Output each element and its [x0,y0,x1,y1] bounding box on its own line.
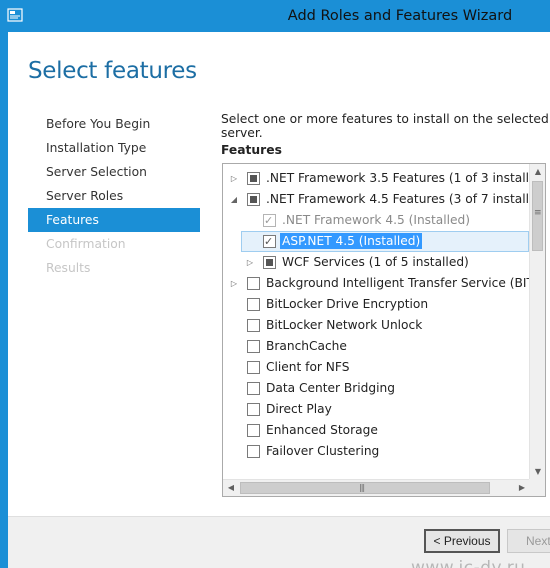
instruction-text: Select one or more features to install o… [221,112,549,140]
nav-item-results: Results [46,261,91,275]
feature-row[interactable]: ◢ .NET Framework 4.5 Features (3 of 7 ins… [223,189,545,210]
feature-checkbox[interactable] [247,445,260,458]
feature-label: Enhanced Storage [266,423,378,437]
window-title: Add Roles and Features Wizard [287,8,513,24]
feature-row[interactable]: ASP.NET 4.5 (Installed) [223,231,530,252]
feature-row[interactable]: .NET Framework 4.5 (Installed) [223,210,530,231]
feature-checkbox[interactable] [247,340,260,353]
title-bar[interactable]: Add Roles and Features Wizard [0,0,550,32]
nav-item-server-roles[interactable]: Server Roles [28,184,200,208]
feature-label: .NET Framework 4.5 Features (3 of 7 inst… [266,192,546,206]
scroll-down-icon[interactable]: ▼ [530,464,545,480]
feature-row[interactable]: ▷ WCF Services (1 of 5 installed) [223,252,530,273]
feature-checkbox[interactable] [247,382,260,395]
feature-checkbox[interactable] [263,256,276,269]
feature-checkbox[interactable] [247,193,260,206]
feature-row[interactable]: Enhanced Storage [223,420,530,441]
feature-checkbox [263,210,276,231]
feature-label: BitLocker Network Unlock [266,318,423,332]
feature-row[interactable]: Data Center Bridging [223,378,530,399]
previous-button[interactable]: < Previous [424,529,500,553]
expand-arrow-icon[interactable]: ▷ [229,273,239,294]
feature-row[interactable]: Failover Clustering [223,441,530,462]
feature-label: .NET Framework 4.5 (Installed) [282,213,471,227]
feature-row[interactable]: BranchCache [223,336,530,357]
nav-item-server-selection[interactable]: Server Selection [28,160,200,184]
feature-label: Background Intelligent Transfer Service … [266,276,546,290]
scroll-left-icon[interactable]: ◀ [223,480,239,496]
scrollbar-corner [529,479,545,496]
feature-checkbox[interactable] [247,361,260,374]
nav-item-before-you-begin[interactable]: Before You Begin [28,112,200,136]
watermark: www.ic-dv.ru [411,558,526,568]
feature-row[interactable]: BitLocker Network Unlock [223,315,530,336]
grip-icon: ||| [359,483,365,492]
wizard-nav: Before You Begin Installation Type Serve… [28,112,200,280]
features-list: ▷ .NET Framework 3.5 Features (1 of 3 ins… [223,168,545,462]
feature-checkbox[interactable] [247,319,260,332]
feature-label: Client for NFS [266,360,350,374]
feature-label: BitLocker Drive Encryption [266,297,429,311]
page-title: Select features [28,58,197,84]
feature-label: Direct Play [266,402,332,416]
feature-row[interactable]: ▷ .NET Framework 3.5 Features (1 of 3 ins… [223,168,545,189]
feature-label: Data Center Bridging [266,381,395,395]
vertical-scrollbar[interactable]: ▲ ≡ ▼ [529,164,545,480]
feature-row[interactable]: ▷ Background Intelligent Transfer Service… [223,273,545,294]
feature-row[interactable]: Direct Play [223,399,530,420]
feature-checkbox[interactable] [263,231,276,252]
feature-row[interactable]: BitLocker Drive Encryption [223,294,530,315]
next-button[interactable]: Next [507,529,550,553]
feature-checkbox[interactable] [247,424,260,437]
expand-arrow-icon[interactable]: ▷ [245,252,255,273]
feature-checkbox[interactable] [247,403,260,416]
feature-checkbox[interactable] [247,172,260,185]
nav-item-confirmation: Confirmation [46,237,126,251]
feature-label: ASP.NET 4.5 (Installed) [280,233,423,249]
features-heading: Features [221,143,282,157]
feature-label: Failover Clustering [266,444,380,458]
expand-arrow-icon[interactable]: ▷ [229,168,239,189]
vertical-scroll-thumb[interactable]: ≡ [532,181,543,251]
feature-checkbox[interactable] [247,277,260,290]
scroll-up-icon[interactable]: ▲ [530,164,545,180]
server-manager-icon [7,7,23,23]
nav-item-features[interactable]: Features [28,208,200,232]
nav-item-installation-type[interactable]: Installation Type [28,136,200,160]
feature-row[interactable]: Client for NFS [223,357,530,378]
wizard-content: Select features Before You Begin Install… [8,32,550,568]
features-tree[interactable]: ▷ .NET Framework 3.5 Features (1 of 3 ins… [222,163,546,497]
feature-label: .NET Framework 3.5 Features (1 of 3 inst… [266,171,546,185]
window-frame: Add Roles and Features Wizard Select fea… [0,0,550,568]
horizontal-scroll-thumb[interactable]: ||| [240,482,490,494]
feature-label: WCF Services (1 of 5 installed) [282,255,469,269]
feature-checkbox[interactable] [247,298,260,311]
collapse-arrow-icon[interactable]: ◢ [229,189,239,210]
scroll-right-icon[interactable]: ▶ [514,480,530,496]
feature-label: BranchCache [266,339,347,353]
horizontal-scrollbar[interactable]: ◀ ||| ▶ [223,479,530,496]
grip-icon: ≡ [534,208,542,218]
